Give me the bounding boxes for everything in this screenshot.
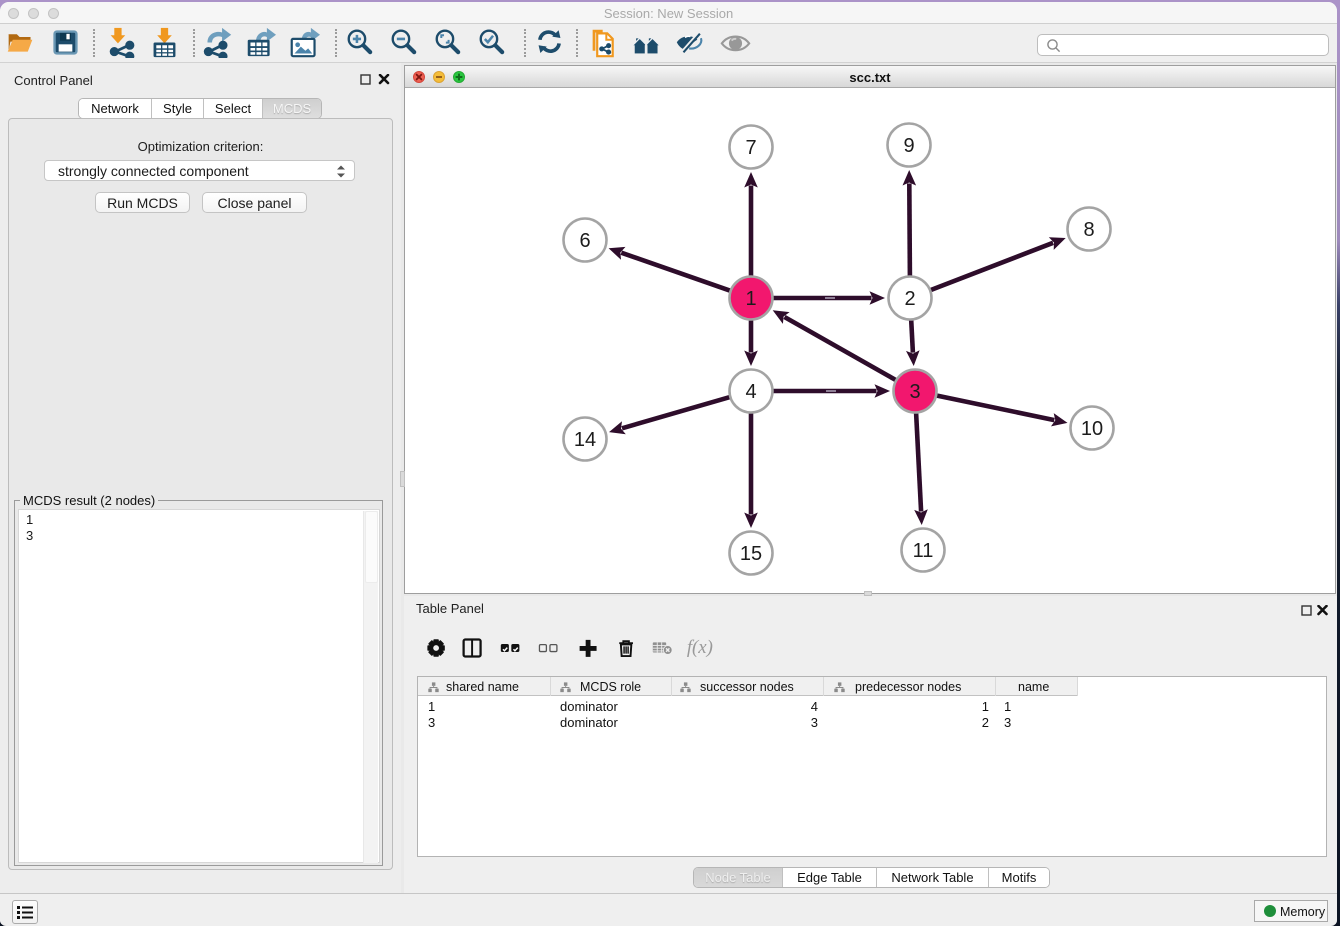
svg-text:4: 4 (745, 381, 756, 403)
svg-text:9: 9 (903, 135, 914, 157)
svg-text:11: 11 (913, 540, 934, 562)
svg-text:14: 14 (574, 429, 596, 451)
svg-text:7: 7 (745, 137, 756, 159)
svg-text:1: 1 (745, 288, 756, 310)
svg-text:15: 15 (740, 543, 762, 565)
svg-text:f(x): f(x) (687, 638, 713, 658)
svg-text:6: 6 (579, 230, 590, 252)
svg-text:2: 2 (904, 288, 915, 310)
svg-text:10: 10 (1081, 418, 1103, 440)
svg-text:3: 3 (909, 381, 920, 403)
svg-text:8: 8 (1083, 219, 1094, 241)
